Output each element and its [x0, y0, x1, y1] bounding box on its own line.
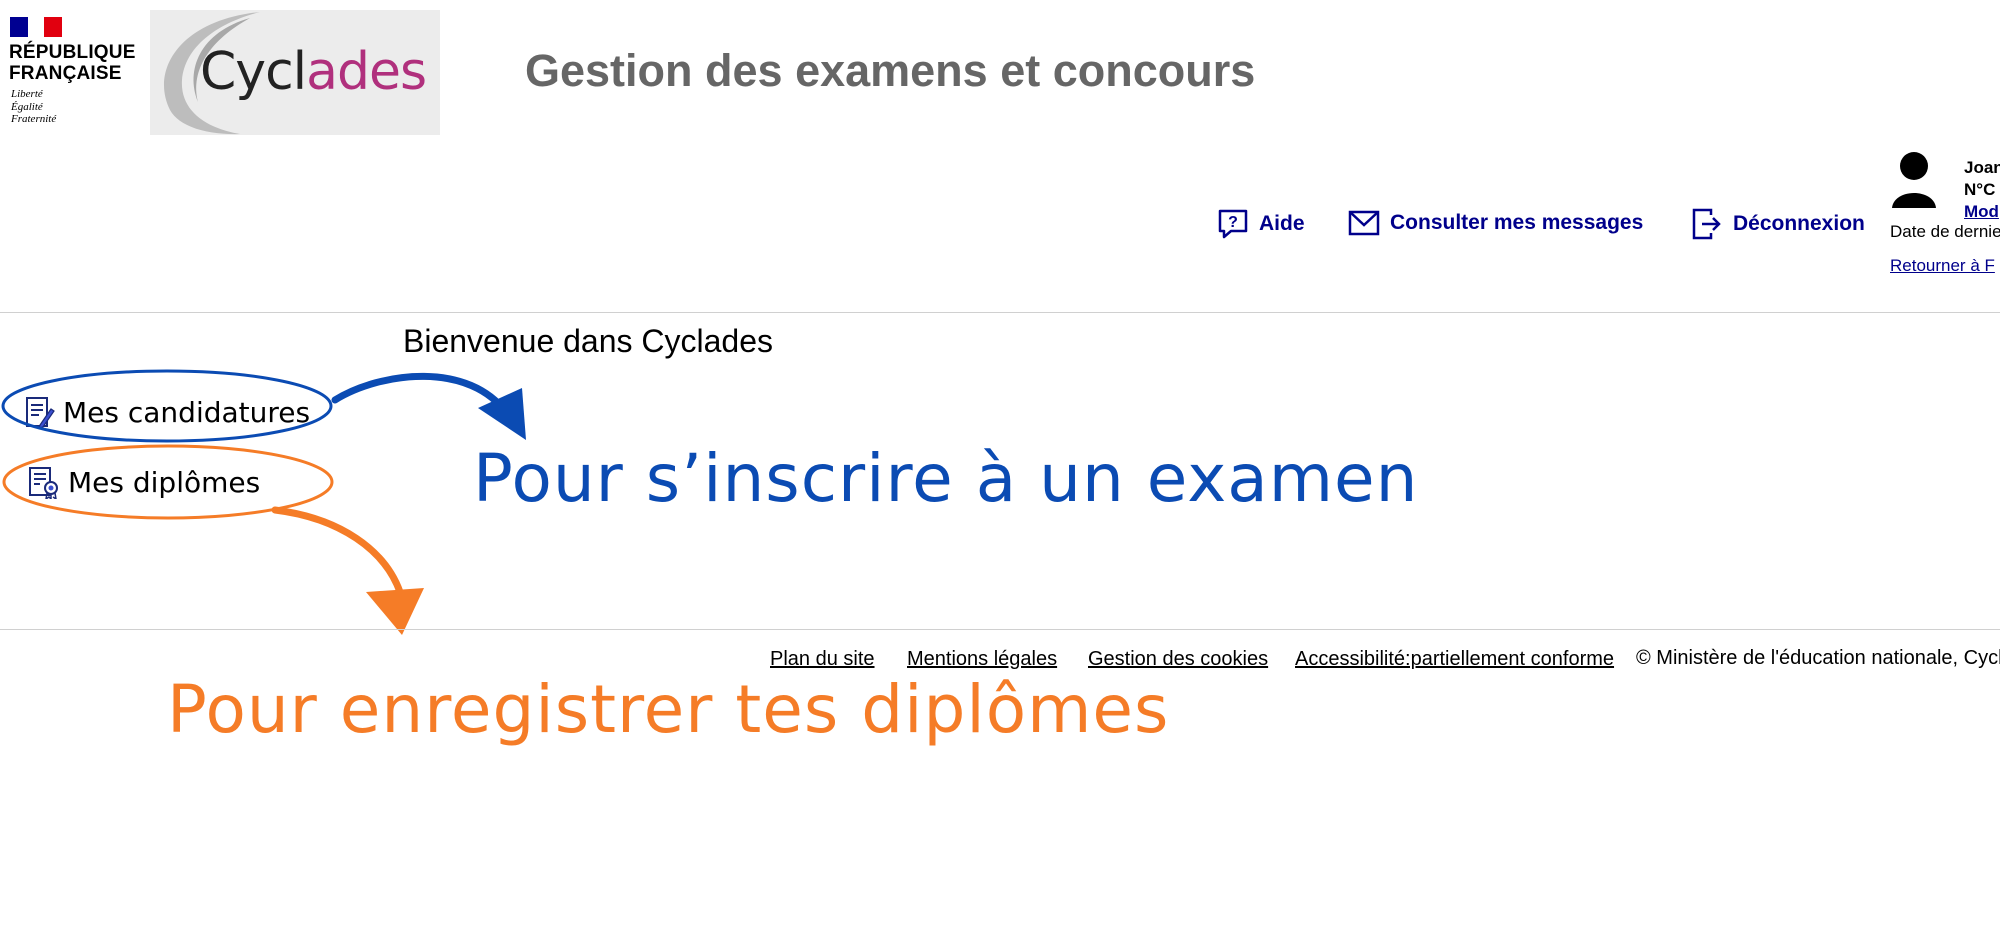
user-icon	[1892, 152, 1936, 208]
help-link[interactable]: ? Aide	[1217, 208, 1305, 240]
rf-line-1: RÉPUBLIQUE	[9, 42, 136, 63]
devise-egalite: Égalité	[11, 100, 43, 113]
footer-divider	[0, 629, 2000, 630]
mail-icon	[1348, 210, 1380, 236]
help-icon: ?	[1218, 209, 1248, 239]
logout-icon	[1692, 208, 1721, 240]
user-number: N°C	[1964, 180, 1996, 199]
modify-account-link[interactable]: Mod	[1964, 202, 1999, 221]
republique-francaise-logo: RÉPUBLIQUE FRANÇAISE	[9, 42, 136, 84]
last-login-date: Date de dernie	[1890, 222, 2000, 241]
orange-arrowhead	[366, 588, 424, 635]
footer-copyright: © Ministère de l'éducation nationale, Cy…	[1636, 647, 2000, 669]
orange-arrow	[271, 506, 404, 596]
messages-link[interactable]: Consulter mes messages	[1348, 209, 1643, 237]
orange-highlight-oval	[2, 444, 334, 520]
devise-liberte: Liberté	[11, 88, 43, 100]
annotation-enregistrer-diplomes: Pour enregistrer tes diplômes	[167, 671, 1170, 748]
user-name: Joan	[1964, 158, 2000, 177]
logo-text-part2: ades	[306, 42, 427, 102]
rf-line-2: FRANÇAISE	[9, 63, 122, 84]
welcome-heading: Bienvenue dans Cyclades	[403, 323, 774, 359]
header-divider	[0, 312, 2000, 313]
devise-fraternite: Fraternité	[11, 113, 57, 125]
messages-label: Consulter mes messages	[1390, 211, 1644, 234]
user-info: Joan N°C Mod	[1964, 157, 2000, 223]
footer-link-accessibilite[interactable]: Accessibilité:partiellement conforme	[1295, 648, 1614, 671]
cyclades-logo-text: Cyclades	[200, 42, 427, 102]
app-title: Gestion des examens et concours	[525, 45, 1256, 96]
logout-label: Déconnexion	[1733, 212, 1865, 235]
logout-link[interactable]: Déconnexion	[1691, 207, 1865, 241]
footer-link-plan-du-site[interactable]: Plan du site	[770, 648, 875, 671]
devise: Liberté Égalité Fraternité	[11, 88, 56, 126]
svg-text:?: ?	[1228, 214, 1238, 231]
return-link[interactable]: Retourner à F	[1890, 256, 1995, 276]
logo-text-part1: Cycl	[200, 42, 307, 102]
user-avatar	[1890, 150, 1938, 217]
annotation-inscrire-examen: Pour s’inscrire à un examen	[473, 440, 1419, 517]
help-label: Aide	[1259, 212, 1305, 235]
footer-link-gestion-cookies[interactable]: Gestion des cookies	[1088, 648, 1268, 671]
blue-highlight-oval	[1, 369, 333, 443]
marianne-flag-logo	[10, 17, 62, 37]
footer-link-mentions-legales[interactable]: Mentions légales	[907, 648, 1057, 671]
